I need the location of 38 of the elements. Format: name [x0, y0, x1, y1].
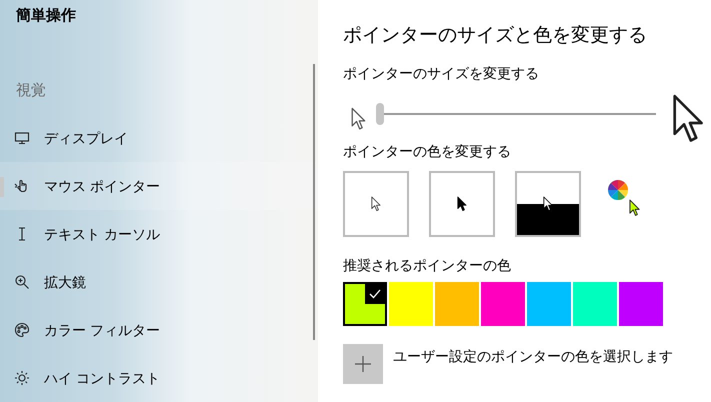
color-swatch[interactable] — [619, 282, 663, 326]
outlined-pointer-option[interactable] — [343, 171, 409, 237]
inverted-pointer-option[interactable] — [515, 171, 581, 237]
color-swatch[interactable] — [389, 282, 433, 326]
nav-item[interactable]: テキスト カーソル — [0, 210, 318, 258]
nav-item[interactable]: ハイ コントラスト — [0, 354, 318, 402]
nav-item[interactable]: カラー フィルター — [0, 306, 318, 354]
plus-icon — [355, 356, 371, 372]
section-heading: 視覚 — [15, 80, 47, 100]
add-color-button[interactable] — [343, 344, 383, 384]
palette-icon — [14, 322, 30, 338]
color-swatch[interactable] — [343, 282, 387, 326]
custom-color-label: ユーザー設定のポインターの色を選択します — [393, 347, 673, 366]
color-label: ポインターの色を変更する — [343, 142, 512, 161]
large-pointer-icon — [672, 93, 704, 145]
magnifier-icon — [14, 274, 30, 290]
color-swatch[interactable] — [435, 282, 479, 326]
small-pointer-icon — [351, 107, 366, 131]
sun-icon — [14, 370, 30, 386]
size-slider[interactable] — [376, 103, 656, 125]
size-label: ポインターのサイズを変更する — [343, 64, 540, 83]
solid-pointer-option[interactable] — [429, 171, 495, 237]
nav-item[interactable]: ディスプレイ — [0, 114, 318, 162]
page-title: ポインターのサイズと色を変更する — [343, 24, 648, 48]
color-swatch[interactable] — [481, 282, 525, 326]
monitor-icon — [14, 130, 30, 146]
pointer-icon — [371, 196, 381, 212]
pointer-icon — [543, 196, 553, 212]
color-swatch[interactable] — [573, 282, 617, 326]
pointer-icon — [629, 199, 640, 217]
pointer-icon — [457, 196, 467, 212]
color-wheel-icon — [608, 180, 628, 200]
sidebar-title: 簡単操作 — [14, 6, 77, 26]
suggested-label: 推奨されるポインターの色 — [343, 256, 512, 275]
color-swatch[interactable] — [527, 282, 571, 326]
slider-thumb[interactable] — [376, 103, 384, 125]
check-mark-icon — [365, 284, 385, 304]
nav-item[interactable]: 拡大鏡 — [0, 258, 318, 306]
